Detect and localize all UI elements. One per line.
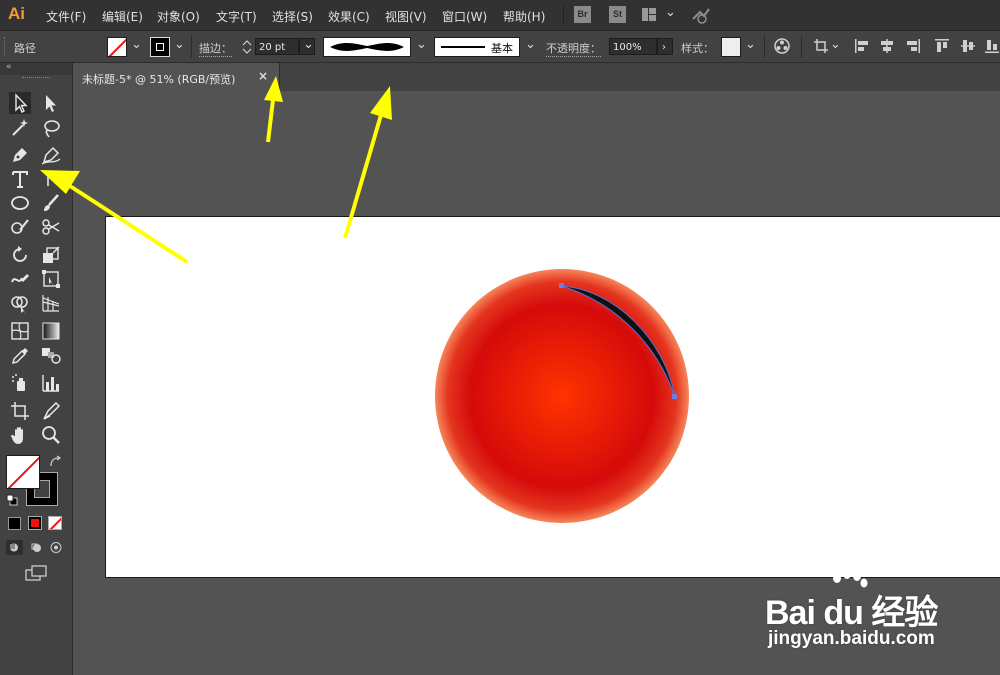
watermark-logo: Bai du 经验 [765,594,938,632]
watermark-url: jingyan.baidu.com [768,628,935,649]
